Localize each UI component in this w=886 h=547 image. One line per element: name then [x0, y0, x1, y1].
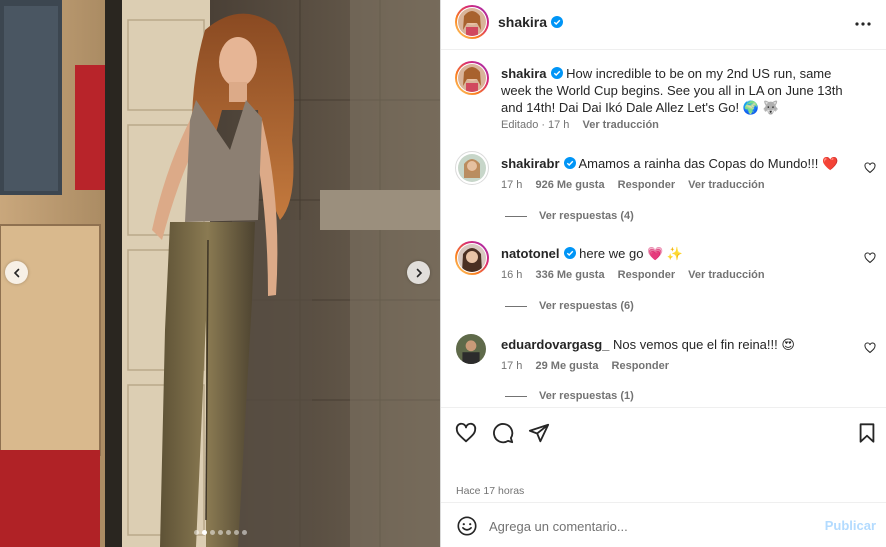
view-replies-button[interactable]: Ver respuestas (1) [505, 390, 634, 402]
comment-likes[interactable]: 336 Me gusta [535, 269, 604, 281]
caption-avatar[interactable] [458, 64, 486, 92]
comment-username[interactable]: natotonel [501, 246, 560, 261]
comment-input[interactable] [489, 516, 789, 536]
carousel-indicator [0, 530, 440, 535]
caption-username[interactable]: shakira [501, 66, 547, 81]
post-photo [0, 0, 440, 547]
carousel-dot [233, 530, 239, 535]
reply-button[interactable]: Responder [618, 269, 675, 281]
edited-label: Editado [501, 119, 539, 131]
comment-body: shakirabr Amamos a rainha das Copas do M… [501, 155, 841, 172]
carousel-dot [209, 530, 215, 535]
carousel-prev-button[interactable] [5, 261, 28, 284]
author-username[interactable]: shakira [498, 14, 547, 30]
post-media[interactable] [0, 0, 440, 547]
translate-link[interactable]: Ver traducción [688, 179, 764, 191]
view-replies-label: Ver respuestas (1) [539, 390, 634, 402]
comment-likes[interactable]: 29 Me gusta [535, 360, 598, 372]
comment-composer: Publicar [441, 502, 886, 547]
comment-text: Amamos a rainha das Copas do Mundo!!! ❤️ [578, 156, 839, 171]
comment-body: natotonel here we go 💗 ✨ [501, 245, 841, 262]
action-bar: Hace 17 horas [441, 407, 886, 502]
comment-username[interactable]: eduardovargasg_ [501, 337, 609, 352]
caption-meta: Editado · 17 h Ver traducción [501, 119, 659, 131]
comment-likes[interactable]: 926 Me gusta [535, 179, 604, 191]
heart-icon[interactable] [455, 422, 477, 444]
caption-body: shakira How incredible to be on my 2nd U… [501, 65, 857, 116]
view-replies-button[interactable]: Ver respuestas (4) [505, 210, 634, 222]
carousel-dot [217, 530, 223, 535]
view-replies-label: Ver respuestas (4) [539, 210, 634, 222]
post-button[interactable]: Publicar [825, 518, 876, 533]
replies-line [505, 395, 527, 397]
reply-button[interactable]: Responder [612, 360, 669, 372]
comment-icon[interactable] [492, 422, 514, 444]
comment-text: here we go 💗 ✨ [579, 246, 684, 261]
caption-time[interactable]: 17 h [548, 119, 569, 131]
post-timestamp[interactable]: Hace 17 horas [456, 485, 524, 497]
comment-meta: 17 h 926 Me gusta Responder Ver traducci… [501, 179, 775, 191]
comment-avatar[interactable] [456, 334, 486, 364]
carousel-dot [225, 530, 231, 535]
comment-meta: 16 h 336 Me gusta Responder Ver traducci… [501, 269, 775, 281]
replies-line [505, 305, 527, 307]
verified-icon [550, 67, 563, 79]
avatar[interactable] [458, 8, 486, 36]
more-icon [855, 22, 871, 26]
bookmark-icon[interactable] [856, 422, 878, 444]
view-replies-label: Ver respuestas (6) [539, 300, 634, 312]
comment-avatar[interactable] [458, 244, 486, 272]
comment-time[interactable]: 16 h [501, 269, 522, 281]
comment-username[interactable]: shakirabr [501, 156, 560, 171]
heart-icon[interactable] [864, 252, 876, 264]
carousel-dot [201, 530, 207, 535]
heart-icon[interactable] [864, 162, 876, 174]
more-options-button[interactable] [853, 14, 873, 34]
comment-text: Nos vemos que el fin reina!!! 😍 [613, 337, 795, 352]
reply-button[interactable]: Responder [618, 179, 675, 191]
comment-time[interactable]: 17 h [501, 360, 522, 372]
comment-body: eduardovargasg_ Nos vemos que el fin rei… [501, 336, 841, 353]
emoji-icon[interactable] [456, 515, 478, 537]
caption-translate-link[interactable]: Ver traducción [582, 119, 658, 131]
post-header: shakira [441, 0, 886, 50]
view-replies-button[interactable]: Ver respuestas (6) [505, 300, 634, 312]
translate-link[interactable]: Ver traducción [688, 269, 764, 281]
comment-time[interactable]: 17 h [501, 179, 522, 191]
comment-avatar[interactable] [458, 154, 486, 182]
replies-line [505, 215, 527, 217]
share-icon[interactable] [528, 422, 550, 444]
carousel-dot [193, 530, 199, 535]
post-panel: shakira shakira How incredible to be on … [440, 0, 886, 547]
chevron-right-icon [416, 268, 422, 277]
verified-icon [551, 16, 564, 28]
chevron-left-icon [13, 268, 19, 277]
carousel-dot [241, 530, 247, 535]
verified-icon [563, 157, 576, 169]
heart-icon[interactable] [864, 342, 876, 354]
carousel-next-button[interactable] [407, 261, 430, 284]
comment-meta: 17 h 29 Me gusta Responder [501, 360, 679, 372]
verified-icon [563, 247, 576, 259]
